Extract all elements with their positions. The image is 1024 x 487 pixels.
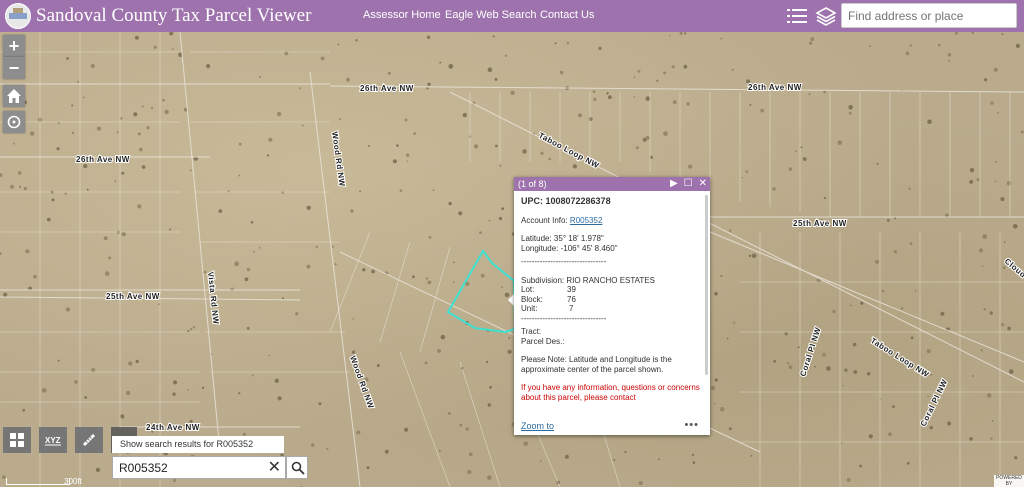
measure-button[interactable]: [75, 427, 103, 453]
list-icon[interactable]: [786, 6, 808, 26]
lot-row: Lot: 39: [521, 285, 576, 294]
tract-label: Tract:: [521, 327, 542, 336]
subdivision-value: Subdivision: RIO RANCHO ESTATES: [521, 275, 655, 285]
xy-coordinate-button[interactable]: XYZ: [39, 427, 67, 453]
nav-eagle-web-search[interactable]: Eagle Web Search: [445, 9, 537, 21]
zoom-to-link[interactable]: Zoom to: [521, 421, 554, 431]
search-suggestion[interactable]: Show search results for R005352: [112, 436, 284, 453]
search-icon: [291, 461, 305, 475]
basemap-gallery-button[interactable]: [3, 427, 31, 453]
app-title: Sandoval County Tax Parcel Viewer: [36, 5, 312, 26]
road-label: Vista Rd NW: [206, 271, 220, 325]
separator: --------------------------------: [521, 257, 607, 266]
account-link[interactable]: R005352: [570, 216, 602, 225]
road-label: Coral Pl NW: [919, 378, 950, 428]
nav-contact-us[interactable]: Contact Us: [540, 9, 594, 21]
layers-icon[interactable]: [815, 6, 837, 26]
address-search-field[interactable]: [841, 3, 1017, 28]
basemap-gallery-icon: [10, 433, 24, 447]
zoom-in-button[interactable]: +: [3, 35, 25, 57]
account-info: Account Info: R005352: [521, 215, 603, 225]
county-seal-icon: [5, 3, 31, 29]
popup-header: (1 of 8) ▶ ☐ ✕: [514, 177, 710, 191]
road-label: Taboo Loop NW: [537, 131, 601, 171]
parcel-popup: (1 of 8) ▶ ☐ ✕ UPC: 1008072286378 Accoun…: [514, 177, 710, 435]
home-button[interactable]: [3, 85, 25, 107]
zoom-out-button[interactable]: −: [3, 57, 25, 79]
scale-bar: [6, 478, 70, 485]
road-label: 26th Ave NW: [748, 83, 802, 92]
measure-icon: [83, 434, 95, 446]
home-icon: [7, 89, 21, 103]
parcel-des-label: Parcel Des.:: [521, 336, 565, 346]
maximize-icon[interactable]: ☐: [684, 177, 693, 191]
road-label: Taboo Loop NW: [869, 336, 931, 379]
locate-button[interactable]: [3, 111, 25, 133]
road-label: 26th Ave NW: [360, 84, 414, 93]
nav-assessor-home[interactable]: Assessor Home: [363, 9, 441, 21]
app-header: Sandoval County Tax Parcel Viewer Assess…: [0, 0, 1024, 32]
road-label: 26th Ave NW: [76, 155, 130, 164]
upc-value: UPC: 1008072286378: [521, 196, 611, 206]
map-view[interactable]: 26th Ave NW 26th Ave NW 26th Ave NW Tabo…: [0, 32, 1024, 487]
next-feature-icon[interactable]: ▶: [670, 177, 678, 191]
attribution[interactable]: POWERED BY: [994, 475, 1024, 487]
popup-footer: Zoom to •••: [521, 419, 703, 431]
road-label: Wood Rd NW: [348, 355, 375, 410]
coordinate-note: Please Note: Latitude and Longitude is t…: [521, 355, 672, 374]
svg-text:XYZ: XYZ: [45, 436, 61, 445]
close-icon[interactable]: ✕: [268, 459, 281, 476]
close-icon[interactable]: ✕: [699, 177, 707, 191]
xy-coordinate-icon: XYZ: [45, 436, 61, 446]
latitude-value: Latitude: 35° 18' 1.978": [521, 234, 604, 243]
separator: --------------------------------: [521, 313, 607, 323]
road-label: 24th Ave NW: [146, 423, 200, 432]
unit-row: Unit: 7: [521, 304, 574, 313]
parcel-search-field[interactable]: ✕: [112, 456, 286, 479]
more-actions-icon[interactable]: •••: [684, 419, 699, 431]
locate-icon: [7, 115, 21, 129]
block-row: Block: 76: [521, 294, 576, 304]
road-label: Cloud: [1003, 257, 1024, 280]
road-label: 25th Ave NW: [793, 219, 847, 228]
longitude-value: Longitude: -106° 45' 8.460": [521, 243, 618, 253]
address-search-input[interactable]: [842, 4, 1016, 27]
vegetation-dots: [0, 32, 1024, 487]
road-label: 25th Ave NW: [106, 292, 160, 301]
contact-note: If you have any information, questions o…: [521, 383, 700, 402]
parcel-search-input[interactable]: [113, 457, 275, 478]
popup-scrollbar[interactable]: [705, 195, 708, 375]
scale-label: 300ft: [64, 477, 82, 486]
road-label: Wood Rd NW: [330, 131, 347, 187]
road-label: Coral Pl NW: [798, 326, 822, 378]
popup-content: UPC: 1008072286378 Account Info: R005352…: [514, 191, 710, 428]
search-button[interactable]: [286, 456, 308, 479]
popup-pager: (1 of 8): [518, 179, 547, 189]
